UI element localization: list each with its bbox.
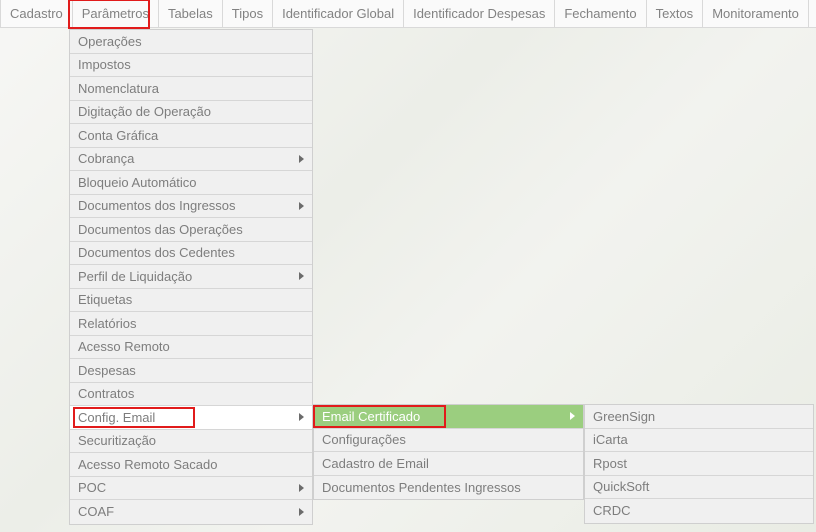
dropdown-item-operações[interactable]: Operações [70,30,312,54]
menubar: CadastroParâmetrosTabelasTiposIdentifica… [0,0,816,28]
dropdown-item-label: Nomenclatura [78,81,159,96]
dropdown-item-acesso-remoto[interactable]: Acesso Remoto [70,336,312,360]
dropdown-item-label: Contratos [78,386,134,401]
dropdown-item-label: Impostos [78,57,131,72]
dropdown-item-label: Despesas [78,363,136,378]
submenu-arrow-icon [570,412,575,420]
dropdown-item-label: Documentos dos Ingressos [78,198,236,213]
dropdown-item-label: Conta Gráfica [78,128,158,143]
dropdown-item-documentos-dos-cedentes[interactable]: Documentos dos Cedentes [70,242,312,266]
menubar-item-parâmetros[interactable]: Parâmetros [73,0,159,27]
submenu2-item-label: CRDC [593,503,631,518]
dropdown-item-nomenclatura[interactable]: Nomenclatura [70,77,312,101]
submenu2-item-icarta[interactable]: iCarta [585,429,813,453]
submenu-item-label: Configurações [322,432,406,447]
dropdown-item-label: Cobrança [78,151,134,166]
dropdown-item-label: Acesso Remoto Sacado [78,457,217,472]
menubar-item-monitoramento[interactable]: Monitoramento [703,0,809,27]
dropdown-item-etiquetas[interactable]: Etiquetas [70,289,312,313]
dropdown-item-config-email[interactable]: Config. Email [70,406,312,430]
dropdown-item-acesso-remoto-sacado[interactable]: Acesso Remoto Sacado [70,453,312,477]
submenu2-item-crdc[interactable]: CRDC [585,499,813,523]
submenu2-item-label: QuickSoft [593,479,649,494]
submenu2-item-rpost[interactable]: Rpost [585,452,813,476]
dropdown-item-digitação-de-operação[interactable]: Digitação de Operação [70,101,312,125]
submenu2-item-label: iCarta [593,432,628,447]
submenu-item-label: Cadastro de Email [322,456,429,471]
menubar-item-identificador-despesas[interactable]: Identificador Despesas [404,0,555,27]
dropdown-item-label: Documentos dos Cedentes [78,245,235,260]
submenu-arrow-icon [299,413,304,421]
dropdown-item-label: Acesso Remoto [78,339,170,354]
submenu-arrow-icon [299,484,304,492]
submenu-item-cadastro-de-email[interactable]: Cadastro de Email [314,452,583,476]
dropdown-item-poc[interactable]: POC [70,477,312,501]
dropdown-item-bloqueio-automático[interactable]: Bloqueio Automático [70,171,312,195]
menubar-item-log[interactable]: Log [809,0,816,27]
menubar-item-tipos[interactable]: Tipos [223,0,273,27]
submenu-arrow-icon [299,155,304,163]
dropdown-item-despesas[interactable]: Despesas [70,359,312,383]
submenu-item-configurações[interactable]: Configurações [314,429,583,453]
submenu-item-email-certificado[interactable]: Email Certificado [314,405,583,429]
dropdown-item-label: Config. Email [78,410,155,425]
submenu-arrow-icon [299,508,304,516]
submenu-item-documentos-pendentes-ingressos[interactable]: Documentos Pendentes Ingressos [314,476,583,500]
dropdown-item-cobrança[interactable]: Cobrança [70,148,312,172]
menubar-item-fechamento[interactable]: Fechamento [555,0,646,27]
dropdown-item-label: Digitação de Operação [78,104,211,119]
submenu2-item-quicksoft[interactable]: QuickSoft [585,476,813,500]
dropdown-item-label: Securitização [78,433,156,448]
submenu-item-label: Email Certificado [322,409,420,424]
dropdown-item-documentos-das-operações[interactable]: Documentos das Operações [70,218,312,242]
dropdown-item-label: POC [78,480,106,495]
dropdown-item-label: COAF [78,504,114,519]
dropdown-item-label: Operações [78,34,142,49]
submenu2-item-label: GreenSign [593,409,655,424]
submenu-arrow-icon [299,202,304,210]
dropdown-item-perfil-de-liquidação[interactable]: Perfil de Liquidação [70,265,312,289]
dropdown-item-securitização[interactable]: Securitização [70,430,312,454]
menubar-item-identificador-global[interactable]: Identificador Global [273,0,404,27]
dropdown-item-impostos[interactable]: Impostos [70,54,312,78]
submenu2-item-greensign[interactable]: GreenSign [585,405,813,429]
submenu-arrow-icon [299,272,304,280]
menubar-item-textos[interactable]: Textos [647,0,704,27]
dropdown-item-relatórios[interactable]: Relatórios [70,312,312,336]
dropdown-item-label: Etiquetas [78,292,132,307]
dropdown-item-label: Perfil de Liquidação [78,269,192,284]
menubar-item-tabelas[interactable]: Tabelas [159,0,223,27]
dropdown-item-label: Bloqueio Automático [78,175,197,190]
dropdown-item-label: Relatórios [78,316,137,331]
dropdown-item-conta-gráfica[interactable]: Conta Gráfica [70,124,312,148]
menubar-item-cadastro[interactable]: Cadastro [0,0,73,27]
email-certificado-submenu: GreenSign iCarta Rpost QuickSoft CRDC [584,404,814,524]
dropdown-item-contratos[interactable]: Contratos [70,383,312,407]
dropdown-item-label: Documentos das Operações [78,222,243,237]
config-email-submenu: Email Certificado Configurações Cadastro d… [313,404,584,500]
submenu2-item-label: Rpost [593,456,627,471]
parametros-dropdown: Operações Impostos Nomenclatura Digitação d… [69,29,313,525]
submenu-item-label: Documentos Pendentes Ingressos [322,480,521,495]
dropdown-item-documentos-dos-ingressos[interactable]: Documentos dos Ingressos [70,195,312,219]
dropdown-item-coaf[interactable]: COAF [70,500,312,524]
